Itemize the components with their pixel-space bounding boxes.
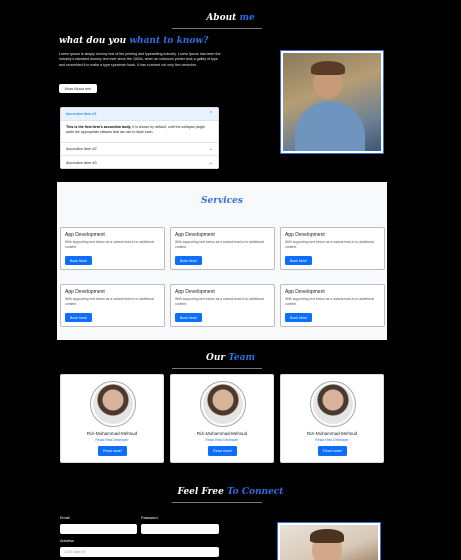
team-member-name: Rizi-Muhammad-Mehsud	[306, 431, 358, 436]
book-now-button[interactable]: Book Now!	[175, 256, 202, 265]
service-title: App Development	[65, 289, 105, 295]
password-field[interactable]	[141, 524, 219, 534]
avatar	[310, 381, 356, 427]
service-card: App Development With supporting text bel…	[280, 227, 385, 270]
accordion-item-3-header[interactable]: Accordion Item #3 ⌄	[61, 156, 218, 169]
address-label: Address	[60, 539, 74, 543]
services-section: Services App Development With supporting…	[57, 182, 387, 340]
about-portrait-photo	[280, 50, 384, 154]
read-more-button[interactable]: Read more!	[98, 446, 127, 456]
email-field[interactable]	[60, 524, 137, 534]
chevron-down-icon: ⌄	[208, 146, 213, 152]
team-heading: Our Team	[0, 353, 461, 363]
more-about-me-button[interactable]: More About me!	[59, 84, 97, 93]
service-card: App Development With supporting text bel…	[280, 284, 385, 327]
service-text: With supporting text below as a natural …	[65, 297, 154, 306]
team-member-name: Rizi-Muhammad-Mehsud	[86, 431, 138, 436]
service-title: App Development	[175, 289, 215, 295]
about-question: what dou you whant to know?	[59, 36, 208, 46]
team-heading-main: Our	[205, 353, 226, 363]
service-title: App Development	[175, 232, 215, 238]
about-heading: About me	[0, 13, 461, 23]
service-card: App Development With supporting text bel…	[60, 284, 165, 327]
service-text: With supporting text below as a natural …	[175, 240, 264, 249]
team-member-name: Rizi-Muhammad-Mehsud	[196, 431, 248, 436]
team-member-card: Rizi-Muhammad-Mehsud React Rest Develope…	[280, 374, 384, 463]
book-now-button[interactable]: Book Now!	[285, 256, 312, 265]
accordion-item-1-label: Accordion Item #1	[66, 112, 97, 116]
contact-heading-divider	[172, 502, 262, 503]
email-label: Email	[60, 516, 70, 520]
accordion-item-3-label: Accordion Item #3	[66, 160, 97, 165]
accordion-item-1-body: This is the first item's accordion body.…	[61, 121, 218, 143]
read-more-button[interactable]: Read more!	[318, 446, 347, 456]
book-now-button[interactable]: Book Now!	[65, 256, 92, 265]
contact-portrait-photo	[277, 522, 381, 560]
team-member-role: React Rest Developer	[205, 438, 239, 442]
team-heading-accent: Team	[228, 353, 255, 363]
team-member-role: React Rest Developer	[315, 438, 349, 442]
about-question-main: what dou you	[59, 36, 127, 46]
chevron-down-icon: ⌄	[208, 159, 213, 166]
chevron-up-icon: ⌃	[208, 111, 213, 117]
accordion-item-2-header[interactable]: Accordion Item #2 ⌄	[61, 143, 218, 156]
accordion-body-bold: This is the first item's accordion body.	[66, 125, 132, 129]
service-text: With supporting text below as a natural …	[285, 240, 374, 249]
service-card: App Development With supporting text bel…	[60, 227, 165, 270]
service-title: App Development	[285, 232, 325, 238]
service-title: App Development	[285, 289, 325, 295]
avatar	[90, 381, 136, 427]
book-now-button[interactable]: Book Now!	[285, 313, 312, 322]
team-member-card: Rizi-Muhammad-Mehsud React Rest Develope…	[60, 374, 164, 463]
service-text: With supporting text below as a natural …	[285, 297, 374, 306]
service-title: App Development	[65, 232, 105, 238]
avatar	[200, 381, 246, 427]
service-text: With supporting text below as a natural …	[175, 297, 264, 306]
contact-heading-main: Feel Free	[177, 487, 224, 497]
address-field[interactable]: 1234 Main St	[60, 547, 219, 557]
about-heading-divider	[172, 28, 262, 29]
about-heading-main: About	[206, 13, 237, 23]
team-heading-divider	[172, 368, 262, 369]
service-text: With supporting text below as a natural …	[65, 240, 154, 249]
services-heading: Services	[201, 196, 243, 206]
accordion-item-1-header[interactable]: Accordion Item #1 ⌃	[61, 108, 218, 121]
about-question-accent: whant to know?	[129, 36, 209, 46]
team-member-role: React Rest Developer	[95, 438, 129, 442]
contact-heading: Feel Free To Connect	[0, 487, 461, 497]
about-heading-accent: me	[239, 13, 255, 23]
accordion-item-2-label: Accordion Item #2	[66, 147, 97, 151]
team-member-card: Rizi-Muhammad-Mehsud React Rest Develope…	[170, 374, 274, 463]
read-more-button[interactable]: Read more!	[208, 446, 237, 456]
book-now-button[interactable]: Book Now!	[175, 313, 202, 322]
password-label: Password	[141, 516, 158, 520]
service-card: App Development With supporting text bel…	[170, 284, 275, 327]
about-body-text: Lorem Ipsum is simply dummy text of the …	[59, 52, 221, 67]
book-now-button[interactable]: Book Now!	[65, 313, 92, 322]
accordion: Accordion Item #1 ⌃ This is the first it…	[60, 107, 219, 169]
service-card: App Development With supporting text bel…	[170, 227, 275, 270]
contact-heading-accent: To Connect	[227, 487, 284, 497]
